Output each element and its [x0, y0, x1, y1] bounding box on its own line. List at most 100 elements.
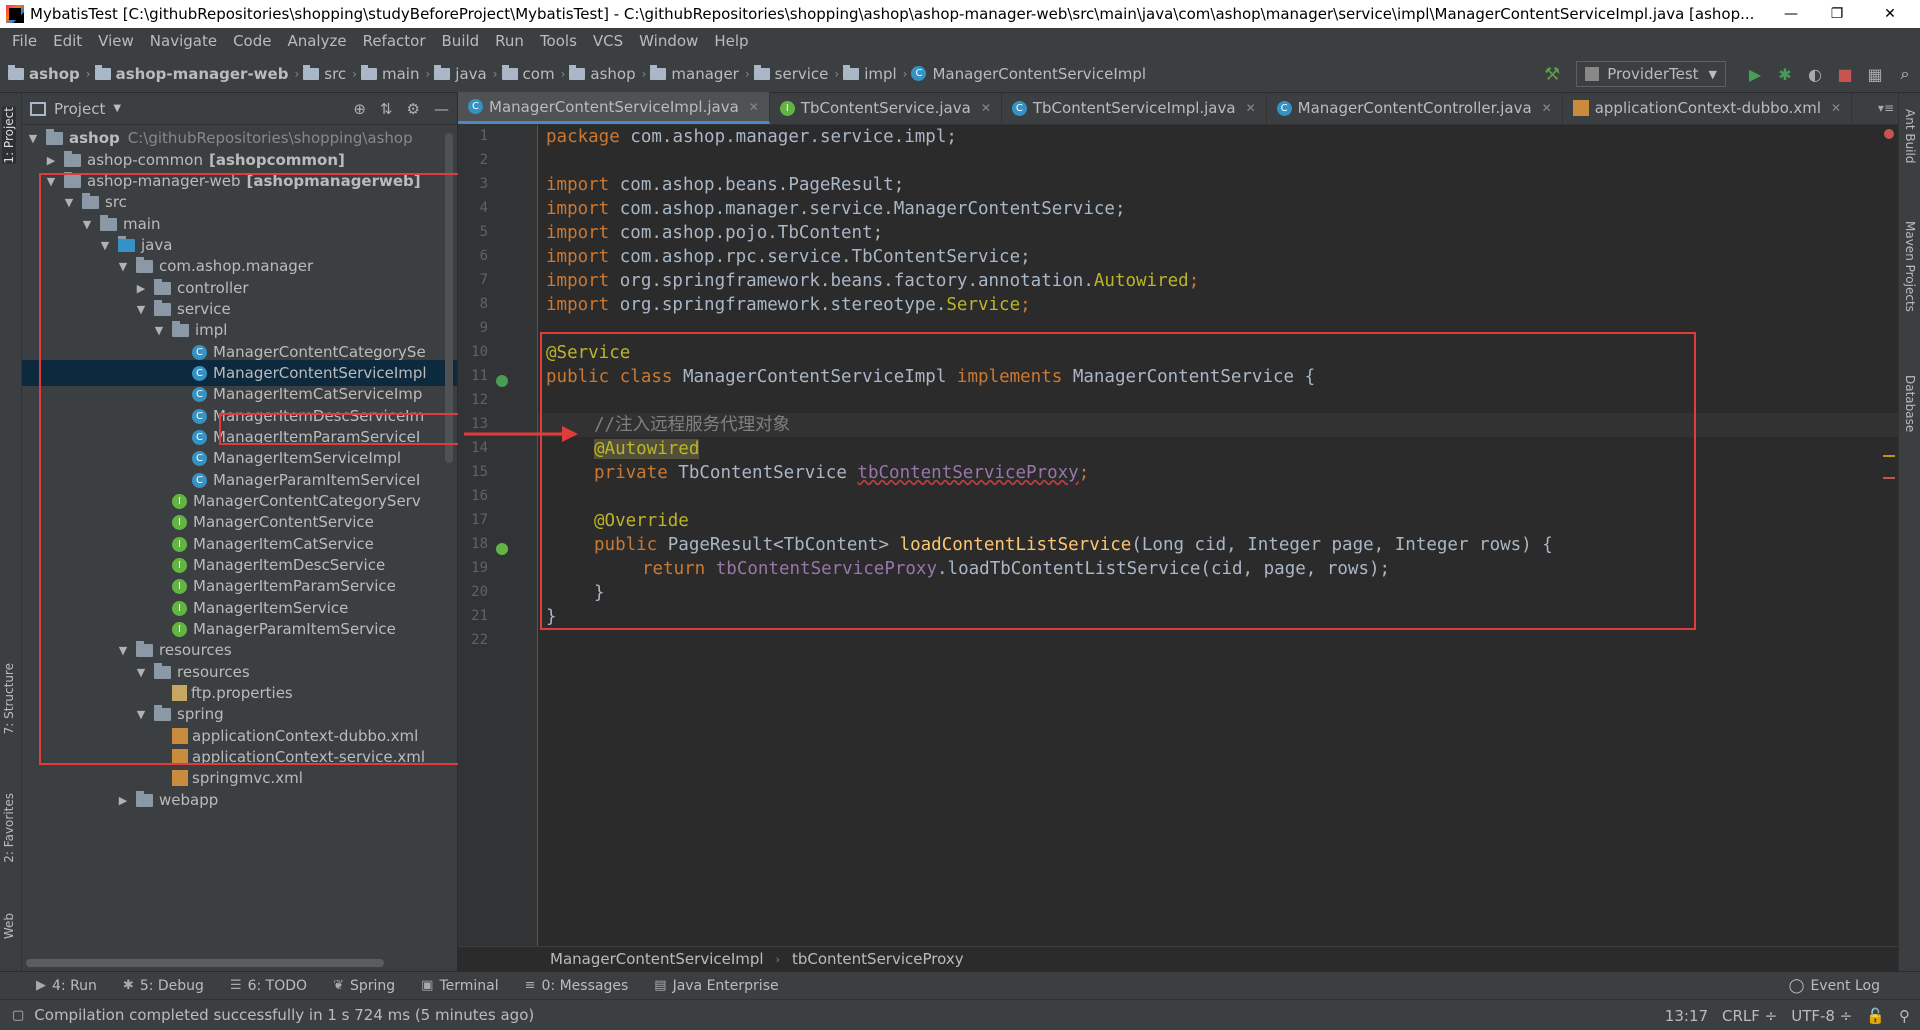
expanded-arrow-icon[interactable]: ▼ [26, 132, 40, 145]
menu-code[interactable]: Code [225, 28, 279, 55]
expanded-arrow-icon[interactable]: ▼ [134, 303, 148, 316]
crumb-ashop[interactable]: ashop › [8, 64, 91, 83]
status-toggle-icon[interactable]: ▢ [12, 1008, 24, 1023]
code-editor[interactable]: 1 2 3 4 5 6 7 8 9 10 11 12 13 14 15 16 1… [458, 125, 1898, 946]
hide-panel-icon[interactable]: — [434, 100, 449, 118]
tab-tb-content-service[interactable]: I TbContentService.java ✕ [770, 92, 1002, 124]
crumb-manager[interactable]: manager › [650, 64, 750, 83]
error-marker[interactable] [1883, 477, 1895, 479]
tool-debug[interactable]: ✱ 5: Debug [123, 978, 204, 994]
chevron-down-icon: ▼ [1708, 67, 1717, 81]
collapse-all-icon[interactable]: ⇅ [380, 100, 393, 118]
tab-application-context-dubbo[interactable]: applicationContext-dubbo.xml ✕ [1563, 92, 1853, 124]
override-gutter-icon[interactable] [496, 543, 508, 555]
tab-structure[interactable]: 7: Structure [2, 663, 16, 734]
tab-manager-content-controller[interactable]: C ManagerContentController.java ✕ [1267, 92, 1563, 124]
tool-spring[interactable]: ❦ Spring [333, 978, 395, 994]
menu-edit[interactable]: Edit [45, 28, 90, 55]
tab-web[interactable]: Web [2, 913, 16, 939]
error-indicator-icon[interactable] [1884, 129, 1894, 139]
menu-refactor[interactable]: Refactor [355, 28, 434, 55]
tab-maven-projects[interactable]: Maven Projects [1903, 221, 1917, 312]
close-icon[interactable]: ✕ [1246, 101, 1256, 115]
horizontal-scrollbar[interactable] [26, 959, 384, 967]
inspector-icon[interactable]: ⚲ [1899, 1007, 1910, 1025]
vertical-scrollbar[interactable] [445, 133, 453, 463]
debug-icon[interactable]: ✱ [1770, 59, 1800, 89]
expanded-arrow-icon[interactable]: ▼ [116, 260, 130, 273]
tab-ant-build[interactable]: Ant Build [1903, 109, 1917, 163]
tab-tb-content-service-impl[interactable]: C TbContentServiceImpl.java ✕ [1002, 92, 1267, 124]
crumb-src[interactable]: src › [303, 64, 357, 83]
menu-build[interactable]: Build [434, 28, 488, 55]
crumb-ashop-pkg[interactable]: ashop › [569, 64, 646, 83]
restore-button[interactable]: ❐ [1814, 0, 1860, 28]
project-view-select[interactable]: Project [54, 100, 105, 118]
coverage-icon[interactable]: ◐ [1800, 59, 1830, 89]
menu-tools[interactable]: Tools [532, 28, 585, 55]
collapsed-arrow-icon[interactable]: ▶ [134, 282, 148, 295]
tab-project[interactable]: 1: Project [2, 107, 16, 164]
expanded-arrow-icon[interactable]: ▼ [80, 218, 94, 231]
close-button[interactable]: ✕ [1860, 0, 1920, 28]
menu-window[interactable]: Window [631, 28, 706, 55]
tab-list-icon[interactable]: ▾≡ [1878, 101, 1894, 115]
crumb-java[interactable]: java › [434, 64, 498, 83]
menu-view[interactable]: View [90, 28, 142, 55]
line-separator[interactable]: CRLF ÷ [1722, 1007, 1777, 1025]
file-encoding[interactable]: UTF-8 ÷ [1791, 1007, 1852, 1025]
menu-navigate[interactable]: Navigate [142, 28, 225, 55]
crumb-module[interactable]: ashop-manager-web › [94, 64, 299, 83]
menu-help[interactable]: Help [706, 28, 756, 55]
menu-file[interactable]: File [4, 28, 45, 55]
crumb-class[interactable]: C ManagerContentServiceImpl [911, 65, 1146, 83]
expanded-arrow-icon[interactable]: ▼ [116, 644, 130, 657]
expanded-arrow-icon[interactable]: ▼ [152, 324, 166, 337]
project-structure-icon[interactable]: ▦ [1860, 59, 1890, 89]
status-message[interactable]: Compilation completed successfully in 1 … [34, 1006, 534, 1024]
crumb-com[interactable]: com › [501, 64, 565, 83]
implementation-gutter-icon[interactable] [496, 375, 508, 387]
build-hammer-icon[interactable]: ⚒ [1544, 64, 1560, 85]
expanded-arrow-icon[interactable]: ▼ [62, 196, 76, 209]
tool-java-enterprise[interactable]: ▤ Java Enterprise [654, 978, 778, 994]
expanded-arrow-icon[interactable]: ▼ [134, 708, 148, 721]
tool-messages[interactable]: ≡ 0: Messages [525, 978, 629, 994]
warning-marker[interactable] [1883, 455, 1895, 457]
tool-todo[interactable]: ☰ 6: TODO [230, 978, 307, 994]
scroll-from-source-icon[interactable]: ⊕ [353, 100, 366, 118]
crumb-class-name[interactable]: ManagerContentServiceImpl [550, 950, 764, 968]
tool-run[interactable]: ▶ 4: Run [36, 978, 97, 994]
run-configuration-select[interactable]: ProviderTest ▼ [1576, 61, 1726, 87]
tab-manager-content-service-impl[interactable]: C ManagerContentServiceImpl.java ✕ [458, 92, 770, 124]
minimize-button[interactable]: — [1768, 0, 1814, 28]
close-icon[interactable]: ✕ [981, 101, 991, 115]
caret-position[interactable]: 13:17 [1665, 1007, 1708, 1025]
expanded-arrow-icon[interactable]: ▼ [134, 666, 148, 679]
close-icon[interactable]: ✕ [1831, 101, 1841, 115]
menu-vcs[interactable]: VCS [585, 28, 631, 55]
crumb-service[interactable]: service › [753, 64, 839, 83]
run-icon[interactable]: ▶ [1740, 59, 1770, 89]
menu-run[interactable]: Run [487, 28, 532, 55]
expanded-arrow-icon[interactable]: ▼ [98, 239, 112, 252]
lock-icon[interactable]: 🔓 [1866, 1007, 1885, 1025]
crumb-impl[interactable]: impl › [843, 64, 907, 83]
close-icon[interactable]: ✕ [749, 100, 759, 114]
close-icon[interactable]: ✕ [1542, 101, 1552, 115]
search-icon[interactable]: ⌕ [1890, 59, 1920, 89]
collapsed-arrow-icon[interactable]: ▶ [44, 154, 58, 167]
event-log-button[interactable]: ◯ Event Log [1789, 972, 1880, 1000]
gear-icon[interactable]: ⚙ [407, 100, 420, 118]
tab-favorites[interactable]: 2: Favorites [2, 793, 16, 863]
stop-icon[interactable]: ■ [1830, 59, 1860, 89]
crumb-field-name[interactable]: tbContentServiceProxy [792, 950, 964, 968]
menu-analyze[interactable]: Analyze [279, 28, 354, 55]
tree-item-webapp[interactable]: ▶ webapp [22, 787, 457, 813]
chevron-down-icon[interactable]: ▼ [113, 103, 121, 114]
expanded-arrow-icon[interactable]: ▼ [44, 175, 58, 188]
collapsed-arrow-icon[interactable]: ▶ [116, 794, 130, 807]
tool-terminal[interactable]: ▣ Terminal [421, 978, 498, 994]
tab-database[interactable]: Database [1903, 375, 1917, 432]
crumb-main[interactable]: main › [360, 64, 430, 83]
